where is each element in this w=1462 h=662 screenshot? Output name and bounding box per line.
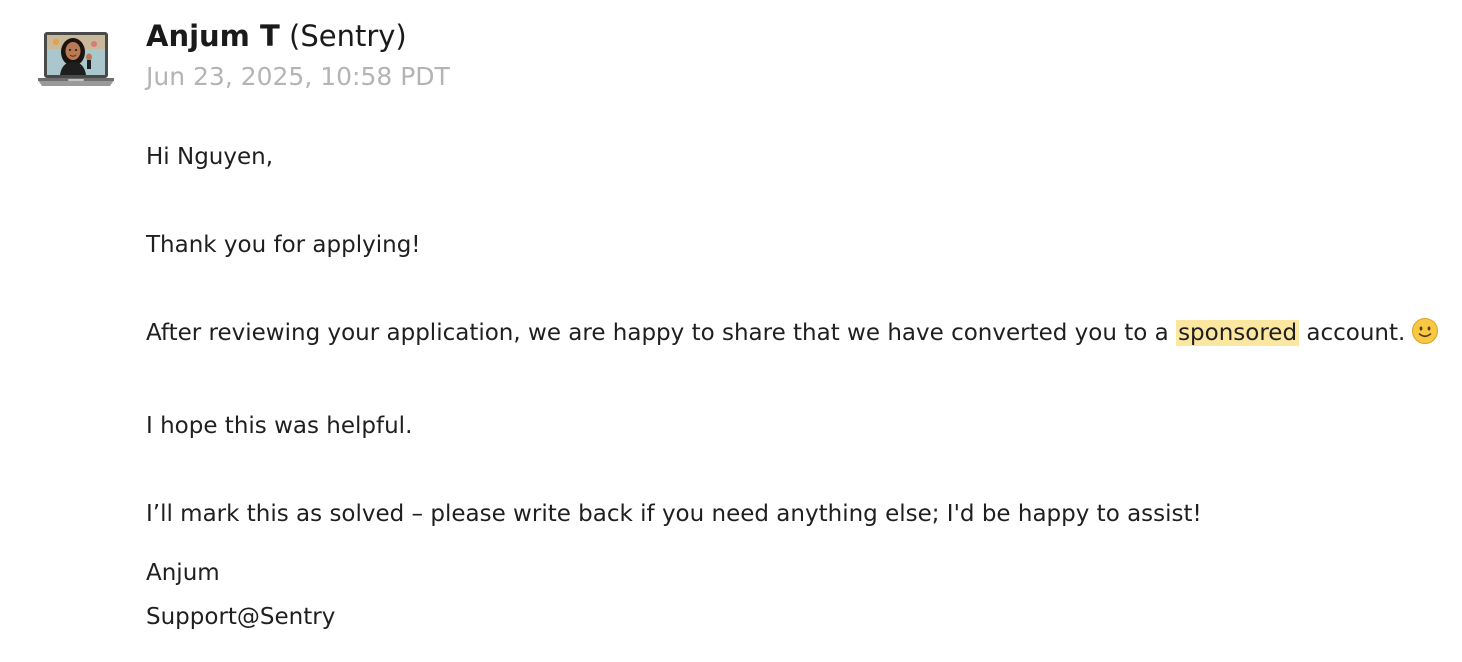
converted-line: After reviewing your application, we are… xyxy=(146,316,1439,355)
message-header: Anjum T (Sentry) Jun 23, 2025, 10:58 PDT xyxy=(146,17,450,93)
laptop-memoji-avatar-icon xyxy=(38,32,114,86)
signature-team: Support@Sentry xyxy=(146,604,336,630)
solved-line: I’ll mark this as solved – please write … xyxy=(146,501,1202,527)
support-message: Anjum T (Sentry) Jun 23, 2025, 10:58 PDT… xyxy=(0,0,1462,662)
greeting-line: Hi Nguyen, xyxy=(146,144,274,170)
converted-text-after: account. xyxy=(1306,320,1406,346)
message-timestamp: Jun 23, 2025, 10:58 PDT xyxy=(146,62,450,91)
thanks-line: Thank you for applying! xyxy=(146,232,421,258)
message-body: Hi Nguyen, Thank you for applying! After… xyxy=(146,140,1439,639)
slightly-smiling-face-icon xyxy=(1411,317,1439,355)
highlighted-word: sponsored xyxy=(1176,320,1300,346)
sender: Anjum T (Sentry) xyxy=(146,17,450,55)
sender-name[interactable]: Anjum T xyxy=(146,19,280,53)
converted-text-before: After reviewing your application, we are… xyxy=(146,320,1169,346)
signature-name: Anjum xyxy=(146,560,220,586)
helpful-line: I hope this was helpful. xyxy=(146,413,413,439)
avatar[interactable] xyxy=(36,24,116,96)
sender-organization: (Sentry) xyxy=(289,19,407,53)
